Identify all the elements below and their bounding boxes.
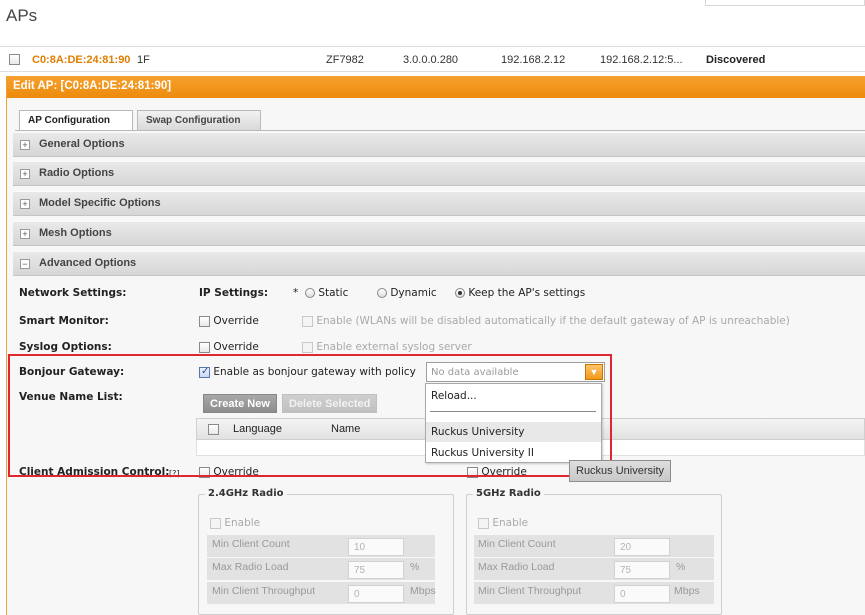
percent-unit: % [410,561,420,573]
ap-version: 3.0.0.0.280 [403,54,459,66]
radio-5ghz-title: 5GHz Radio [473,488,544,499]
radio-keep-ap-settings[interactable]: Keep the AP's settings [455,287,585,299]
top-right-field [705,0,865,6]
percent-unit-5g: % [676,561,686,573]
ap-ipv6: 192.168.2.12:5... [600,54,683,66]
min-client-count-label: Min Client Count [212,538,290,550]
min-client-throughput-label: Min Client Throughput [212,585,316,597]
smart-monitor-enable: Enable (WLANs will be disabled automatic… [302,315,790,327]
mbps-unit: Mbps [410,585,436,597]
highlight-annotation [8,354,612,477]
syslog-options-label: Syslog Options: [19,341,112,353]
min-client-throughput-5g-input[interactable]: 0 [614,585,670,603]
min-client-count-5g-label: Min Client Count [478,538,556,550]
section-mesh-options[interactable]: + Mesh Options [13,221,865,246]
expand-icon[interactable]: + [20,169,30,179]
ip-settings-label: IP Settings: [199,287,269,299]
radio-5ghz-enable: Enable [478,517,528,529]
collapse-icon[interactable]: − [20,259,30,269]
expand-icon[interactable]: + [20,140,30,150]
section-model-specific-options[interactable]: + Model Specific Options [13,191,865,216]
max-radio-load-5g-input[interactable]: 75 [614,561,670,579]
item-tooltip: Ruckus University [569,460,672,482]
section-general-options[interactable]: + General Options [13,132,865,157]
smart-monitor-label: Smart Monitor: [19,315,109,327]
max-radio-load-input[interactable]: 75 [348,561,404,579]
max-radio-load-label: Max Radio Load [212,561,289,573]
min-client-count-5g-input[interactable]: 20 [614,538,670,556]
edit-ap-header: Edit AP: [C0:8A:DE:24:81:90] [7,76,865,98]
ap-mac-link[interactable]: C0:8A:DE:24:81:90 [32,54,130,66]
tab-swap-configuration[interactable]: Swap Configuration [137,110,261,130]
min-client-throughput-input[interactable]: 0 [348,585,404,603]
expand-icon[interactable]: + [20,229,30,239]
section-radio-options[interactable]: + Radio Options [13,161,865,186]
section-advanced-options[interactable]: − Advanced Options [13,251,865,276]
radio-24ghz-enable: Enable [210,517,260,529]
ap-name: 1F [137,54,150,66]
ap-model: ZF7982 [326,54,364,66]
syslog-enable: Enable external syslog server [302,341,472,353]
syslog-override[interactable]: Override [199,341,259,353]
ap-table-row[interactable]: C0:8A:DE:24:81:90 1F ZF7982 3.0.0.0.280 … [0,46,865,72]
required-asterisk: * [293,287,299,299]
tab-divider [15,130,865,131]
smart-monitor-override[interactable]: Override [199,315,259,327]
page-title: APs [6,6,38,25]
row-checkbox[interactable] [9,53,20,65]
radio-static[interactable]: Static [305,287,348,299]
radio-24ghz-title: 2.4GHz Radio [205,488,287,499]
tab-ap-configuration[interactable]: AP Configuration [19,110,133,131]
ap-status: Discovered [706,54,766,66]
radio-dynamic[interactable]: Dynamic [377,287,437,299]
max-radio-load-5g-label: Max Radio Load [478,561,555,573]
ap-ip: 192.168.2.12 [501,54,566,66]
min-client-count-input[interactable]: 10 [348,538,404,556]
min-client-throughput-5g-label: Min Client Throughput [478,585,582,597]
mbps-unit-5g: Mbps [674,585,700,597]
expand-icon[interactable]: + [20,199,30,209]
network-settings-label: Network Settings: [19,287,127,299]
